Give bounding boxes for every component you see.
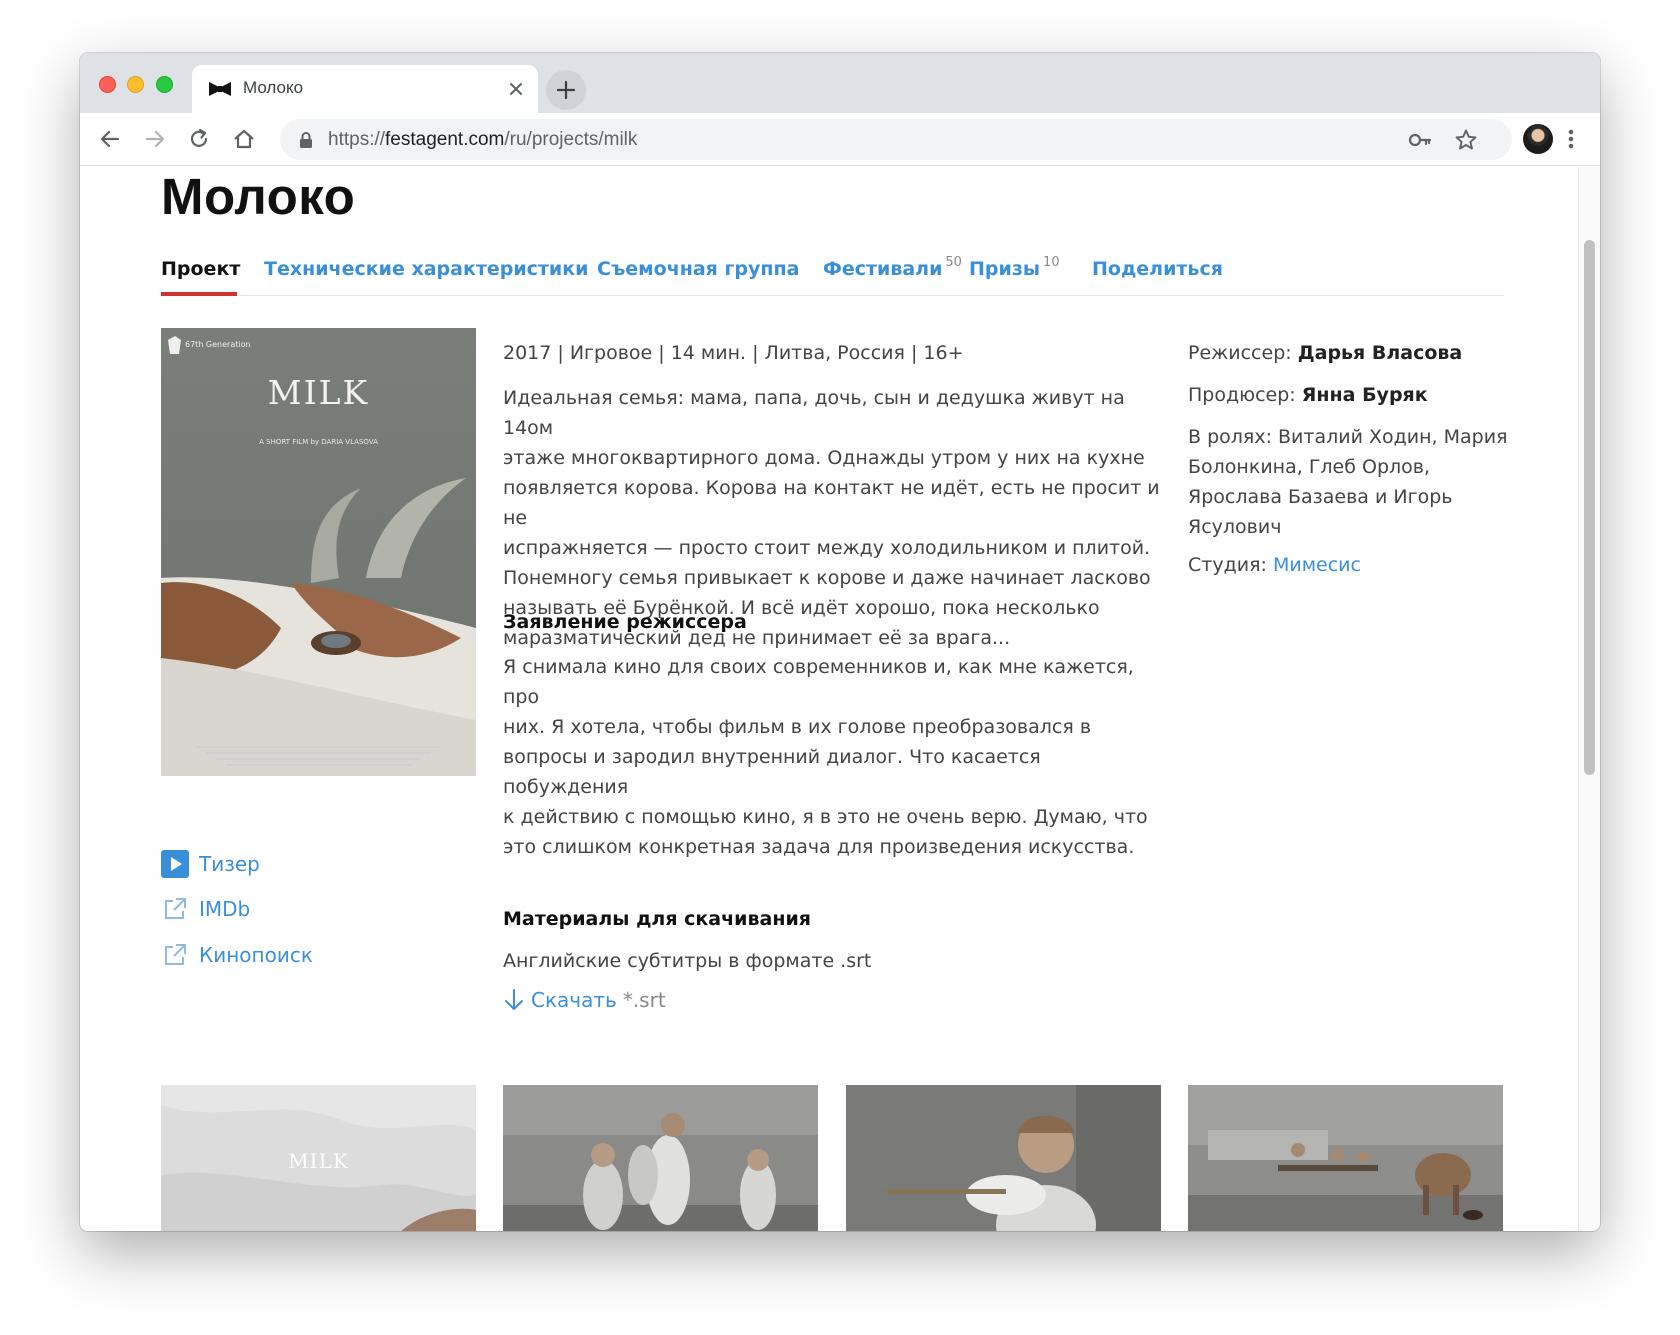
statement-line: них. Я хотела, чтобы фильм в их голове п… bbox=[503, 716, 1092, 738]
browser-tab[interactable]: Молоко bbox=[192, 65, 538, 113]
director-label: Режиссер: bbox=[1188, 342, 1292, 364]
synopsis-line: Идеальная семья: мама, папа, дочь, сын и… bbox=[503, 387, 1125, 439]
studio-label: Студия: bbox=[1188, 554, 1267, 576]
tab-share[interactable]: Поделиться bbox=[1092, 258, 1223, 280]
producer-label: Продюсер: bbox=[1188, 384, 1296, 406]
film-title: Молоко bbox=[161, 168, 356, 225]
producer-credit: Продюсер: Янна Буряк bbox=[1188, 380, 1508, 410]
lock-icon bbox=[300, 132, 312, 148]
imdb-link-label: IMDb bbox=[199, 897, 251, 921]
downloads-heading: Материалы для скачивания bbox=[503, 908, 811, 930]
film-meta: 2017 | Игровое | 14 мин. | Литва, Россия… bbox=[503, 342, 964, 364]
studio-link[interactable]: Мимесис bbox=[1273, 554, 1361, 576]
scrollbar-thumb[interactable] bbox=[1584, 240, 1595, 775]
gallery-thumbnail[interactable] bbox=[503, 1085, 818, 1231]
director-credit: Режиссер: Дарья Власова bbox=[1188, 338, 1508, 368]
browser-toolbar: https://festagent.com/ru/projects/milk bbox=[80, 113, 1600, 166]
active-tab-underline bbox=[161, 292, 237, 296]
url-text: https://festagent.com/ru/projects/milk bbox=[328, 129, 637, 151]
project-tabs: Проект Технические характеристики Съемоч… bbox=[161, 246, 1504, 296]
festivals-count: 50 bbox=[945, 255, 962, 270]
tab-title: Молоко bbox=[243, 78, 304, 97]
festival-badge: 67th Generation bbox=[185, 340, 251, 349]
statement-line: к действию с помощью кино, я в это не оч… bbox=[503, 806, 1148, 828]
synopsis-line: Понемногу семья привыкает к корове и даж… bbox=[503, 567, 1151, 589]
external-link-icon bbox=[165, 898, 186, 919]
tab-bar: Молоко bbox=[80, 53, 1600, 113]
download-srt-link[interactable]: Скачать *.srt bbox=[503, 988, 666, 1012]
gallery-thumbnail[interactable] bbox=[846, 1085, 1161, 1231]
download-extension: *.srt bbox=[622, 988, 666, 1012]
download-label: Скачать bbox=[531, 988, 617, 1012]
bowtie-favicon-icon bbox=[209, 82, 231, 96]
cast-line: Болонкина, Глеб Орлов, bbox=[1188, 456, 1431, 478]
url-domain: festagent.com bbox=[385, 129, 505, 150]
teaser-link-label: Тизер bbox=[199, 852, 260, 876]
tab-prizes-label: Призы bbox=[969, 258, 1041, 280]
plus-icon bbox=[556, 80, 576, 100]
page-scrollbar[interactable] bbox=[1578, 167, 1600, 1231]
tab-crew[interactable]: Съемочная группа bbox=[597, 258, 800, 280]
tab-festivals-label: Фестивали bbox=[823, 258, 943, 280]
imdb-link[interactable]: IMDb bbox=[161, 895, 250, 923]
studio-credit: Студия: Мимесис bbox=[1188, 550, 1508, 580]
url-path: /ru/projects/milk bbox=[504, 129, 638, 150]
forward-arrow-icon[interactable] bbox=[142, 126, 168, 152]
close-tab-icon[interactable] bbox=[504, 77, 528, 101]
tab-prizes[interactable]: Призы 10 bbox=[969, 255, 1060, 280]
more-menu-icon[interactable] bbox=[1566, 126, 1576, 152]
maximize-window-button[interactable] bbox=[156, 76, 173, 93]
thumb-title: MILK bbox=[288, 1149, 349, 1173]
page-content: Молоко Проект Технические характеристики… bbox=[80, 167, 1600, 1231]
download-arrow-icon bbox=[505, 989, 523, 1010]
poster-subtitle: A SHORT FILM by DARIA VLASOVA bbox=[259, 438, 378, 446]
back-arrow-icon[interactable] bbox=[97, 126, 123, 152]
minimize-window-button[interactable] bbox=[127, 76, 144, 93]
kinopoisk-link[interactable]: Кинопоиск bbox=[161, 941, 313, 969]
url-scheme: https:// bbox=[328, 129, 386, 150]
statement-line: вопросы и зародил внутренний диалог. Что… bbox=[503, 746, 1041, 798]
prizes-count: 10 bbox=[1043, 255, 1060, 270]
poster-title: MILK bbox=[267, 373, 370, 412]
cast-line: В ролях: Виталий Ходин, Мария bbox=[1188, 426, 1508, 448]
director-statement: Я снимала кино для своих современников и… bbox=[503, 652, 1168, 862]
synopsis-line: этаже многоквартирного дома. Однажды утр… bbox=[503, 447, 1145, 469]
director-name: Дарья Власова bbox=[1297, 342, 1463, 364]
bookmark-star-icon[interactable] bbox=[1454, 128, 1478, 152]
downloads-description: Английские субтитры в формате .srt bbox=[503, 950, 872, 972]
cast-credit: В ролях: Виталий Ходин, Мария Болонкина,… bbox=[1188, 422, 1508, 542]
address-bar[interactable]: https://festagent.com/ru/projects/milk bbox=[280, 119, 1512, 160]
statement-line: это слишком конкретная задача для произв… bbox=[503, 836, 1135, 858]
synopsis-line: испражняется — просто стоит между холоди… bbox=[503, 537, 1151, 559]
external-link-icon bbox=[165, 944, 186, 965]
synopsis-line: появляется корова. Корова на контакт не … bbox=[503, 477, 1160, 529]
tab-technical-specs[interactable]: Технические характеристики bbox=[264, 258, 588, 280]
director-statement-heading: Заявление режиссера bbox=[503, 611, 747, 633]
new-tab-button[interactable] bbox=[546, 70, 586, 110]
gallery-image-family bbox=[503, 1085, 818, 1231]
kinopoisk-link-label: Кинопоиск bbox=[199, 943, 313, 967]
gallery-image-kitchen bbox=[1188, 1085, 1503, 1231]
cast-line: Ярослава Базаева и Игорь bbox=[1188, 486, 1453, 508]
film-poster[interactable]: 67th Generation MILK A SHORT FILM by DAR… bbox=[161, 328, 476, 776]
teaser-link[interactable]: Тизер bbox=[161, 850, 260, 878]
gallery-image-boy bbox=[846, 1085, 1161, 1231]
gallery-thumbnail[interactable]: MILK bbox=[161, 1085, 476, 1231]
home-icon[interactable] bbox=[231, 126, 257, 152]
key-icon[interactable] bbox=[1408, 130, 1432, 150]
gallery-thumbnail[interactable] bbox=[1188, 1085, 1503, 1231]
tab-project[interactable]: Проект bbox=[161, 258, 240, 280]
producer-name: Янна Буряк bbox=[1301, 384, 1428, 406]
cast-line: Ясулович bbox=[1188, 516, 1282, 538]
browser-window: Молоко https://festagent.com/ru/projects… bbox=[80, 53, 1600, 1231]
reload-icon[interactable] bbox=[186, 126, 212, 152]
profile-avatar[interactable] bbox=[1523, 124, 1553, 154]
close-window-button[interactable] bbox=[99, 76, 116, 93]
play-icon bbox=[161, 850, 189, 878]
statement-line: Я снимала кино для своих современников и… bbox=[503, 656, 1134, 708]
tab-festivals[interactable]: Фестивали 50 bbox=[823, 255, 962, 280]
